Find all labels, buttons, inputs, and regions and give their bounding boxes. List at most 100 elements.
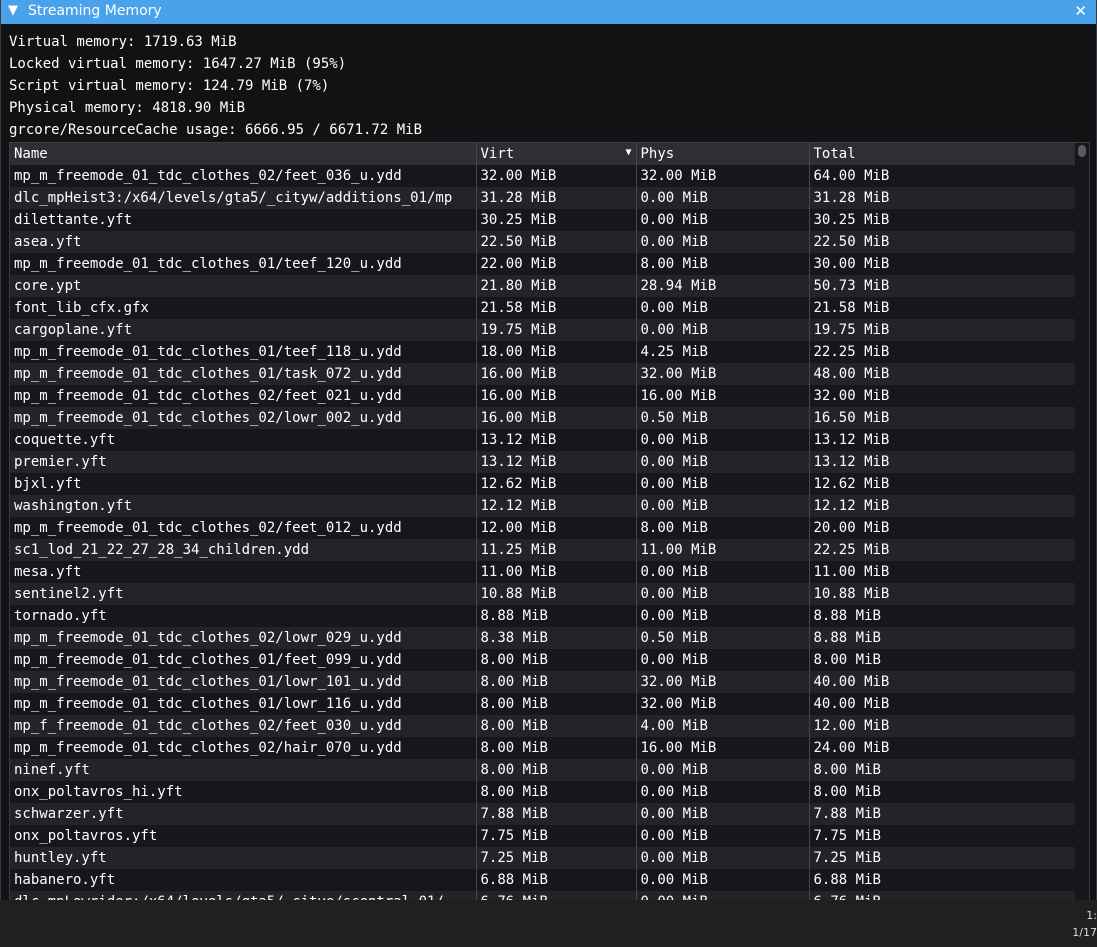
- table-row[interactable]: mp_m_freemode_01_tdc_clothes_02/feet_021…: [10, 385, 1077, 407]
- column-header-total[interactable]: Total: [809, 143, 1077, 165]
- cell-total: 16.50 MiB: [809, 407, 1077, 429]
- cell-phys: 4.00 MiB: [636, 715, 810, 737]
- cell-phys: 0.00 MiB: [636, 297, 810, 319]
- table-row[interactable]: dilettante.yft 30.25 MiB 0.00 MiB 30.25 MiB: [10, 209, 1077, 231]
- table-row[interactable]: mp_m_freemode_01_tdc_clothes_02/lowr_002…: [10, 407, 1077, 429]
- cell-name: mp_m_freemode_01_tdc_clothes_02/feet_012…: [10, 517, 477, 539]
- column-header-virt[interactable]: Virt ▼: [476, 143, 637, 165]
- streaming-memory-window: ▼ Streaming Memory ✕ Virtual memory: 171…: [0, 0, 1097, 900]
- cell-name: huntley.yft: [10, 847, 477, 869]
- table-row[interactable]: mesa.yft 11.00 MiB 0.00 MiB 11.00 MiB: [10, 561, 1077, 583]
- tray-clock-time[interactable]: 1:: [1086, 909, 1097, 922]
- cell-phys: 32.00 MiB: [636, 363, 810, 385]
- cell-total: 22.50 MiB: [809, 231, 1077, 253]
- table-row[interactable]: mp_m_freemode_01_tdc_clothes_02/feet_012…: [10, 517, 1077, 539]
- cell-total: 50.73 MiB: [809, 275, 1077, 297]
- cell-phys: 0.00 MiB: [636, 319, 810, 341]
- table-row[interactable]: huntley.yft 7.25 MiB 0.00 MiB 7.25 MiB: [10, 847, 1077, 869]
- table-row[interactable]: schwarzer.yft 7.88 MiB 0.00 MiB 7.88 MiB: [10, 803, 1077, 825]
- table-row[interactable]: mp_m_freemode_01_tdc_clothes_01/lowr_116…: [10, 693, 1077, 715]
- table-row[interactable]: core.ypt 21.80 MiB 28.94 MiB 50.73 MiB: [10, 275, 1077, 297]
- cell-total: 6.76 MiB: [809, 891, 1077, 900]
- cell-total: 20.00 MiB: [809, 517, 1077, 539]
- table-row[interactable]: ninef.yft 8.00 MiB 0.00 MiB 8.00 MiB: [10, 759, 1077, 781]
- cell-name: mp_m_freemode_01_tdc_clothes_01/teef_120…: [10, 253, 477, 275]
- cell-name: mp_m_freemode_01_tdc_clothes_01/feet_099…: [10, 649, 477, 671]
- table-row[interactable]: asea.yft 22.50 MiB 0.00 MiB 22.50 MiB: [10, 231, 1077, 253]
- cell-phys: 0.00 MiB: [636, 825, 810, 847]
- cell-phys: 28.94 MiB: [636, 275, 810, 297]
- cell-total: 48.00 MiB: [809, 363, 1077, 385]
- table-row[interactable]: mp_f_freemode_01_tdc_clothes_02/feet_030…: [10, 715, 1077, 737]
- table-row[interactable]: onx_poltavros.yft 7.75 MiB 0.00 MiB 7.75 Mi…: [10, 825, 1077, 847]
- cell-phys: 32.00 MiB: [636, 165, 810, 187]
- cell-virt: 8.00 MiB: [476, 715, 637, 737]
- scrollbar-thumb[interactable]: [1078, 145, 1086, 157]
- table-row[interactable]: mp_m_freemode_01_tdc_clothes_01/teef_120…: [10, 253, 1077, 275]
- cell-total: 24.00 MiB: [809, 737, 1077, 759]
- cell-total: 6.88 MiB: [809, 869, 1077, 891]
- table-row[interactable]: cargoplane.yft 19.75 MiB 0.00 MiB 19.75 MiB: [10, 319, 1077, 341]
- tray-clock-date[interactable]: 1/17: [1072, 926, 1097, 939]
- cell-virt: 16.00 MiB: [476, 363, 637, 385]
- cell-virt: 12.12 MiB: [476, 495, 637, 517]
- cell-name: premier.yft: [10, 451, 477, 473]
- cell-virt: 8.00 MiB: [476, 759, 637, 781]
- cell-virt: 13.12 MiB: [476, 451, 637, 473]
- table-row[interactable]: onx_poltavros_hi.yft 8.00 MiB 0.00 MiB 8.00…: [10, 781, 1077, 803]
- cell-total: 32.00 MiB: [809, 385, 1077, 407]
- cell-virt: 12.62 MiB: [476, 473, 637, 495]
- cell-name: mp_m_freemode_01_tdc_clothes_02/feet_036…: [10, 165, 477, 187]
- cell-virt: 13.12 MiB: [476, 429, 637, 451]
- table-row[interactable]: mp_m_freemode_01_tdc_clothes_02/hair_070…: [10, 737, 1077, 759]
- cell-virt: 18.00 MiB: [476, 341, 637, 363]
- table-row[interactable]: dlc_mpHeist3:/x64/levels/gta5/_cityw/add…: [10, 187, 1077, 209]
- table-row[interactable]: habanero.yft 6.88 MiB 0.00 MiB 6.88 MiB: [10, 869, 1077, 891]
- cell-total: 12.62 MiB: [809, 473, 1077, 495]
- table-row[interactable]: mp_m_freemode_01_tdc_clothes_01/feet_099…: [10, 649, 1077, 671]
- cell-name: mp_m_freemode_01_tdc_clothes_02/feet_021…: [10, 385, 477, 407]
- cell-virt: 12.00 MiB: [476, 517, 637, 539]
- close-icon[interactable]: ✕: [1074, 2, 1087, 20]
- column-header-name[interactable]: Name: [10, 143, 477, 165]
- table-row[interactable]: font_lib_cfx.gfx 21.58 MiB 0.00 MiB 21.58 M…: [10, 297, 1077, 319]
- cell-virt: 11.00 MiB: [476, 561, 637, 583]
- table-row[interactable]: tornado.yft 8.88 MiB 0.00 MiB 8.88 MiB: [10, 605, 1077, 627]
- cell-total: 7.25 MiB: [809, 847, 1077, 869]
- cell-virt: 22.00 MiB: [476, 253, 637, 275]
- table-row[interactable]: mp_m_freemode_01_tdc_clothes_02/feet_036…: [10, 165, 1077, 187]
- cell-virt: 30.25 MiB: [476, 209, 637, 231]
- table-row[interactable]: dlc_mpLowrider:/x64/levels/gta5/_citye/s…: [10, 891, 1077, 900]
- table-row[interactable]: coquette.yft 13.12 MiB 0.00 MiB 13.12 MiB: [10, 429, 1077, 451]
- cell-virt: 21.80 MiB: [476, 275, 637, 297]
- cell-name: dilettante.yft: [10, 209, 477, 231]
- cell-phys: 0.50 MiB: [636, 407, 810, 429]
- table-scrollbar[interactable]: [1075, 143, 1089, 900]
- table-row[interactable]: bjxl.yft 12.62 MiB 0.00 MiB 12.62 MiB: [10, 473, 1077, 495]
- table-row[interactable]: mp_m_freemode_01_tdc_clothes_01/teef_118…: [10, 341, 1077, 363]
- column-header-phys[interactable]: Phys: [636, 143, 810, 165]
- cell-phys: 0.00 MiB: [636, 781, 810, 803]
- cell-virt: 31.28 MiB: [476, 187, 637, 209]
- table-row[interactable]: washington.yft 12.12 MiB 0.00 MiB 12.12 MiB: [10, 495, 1077, 517]
- table-row[interactable]: premier.yft 13.12 MiB 0.00 MiB 13.12 MiB: [10, 451, 1077, 473]
- cell-total: 31.28 MiB: [809, 187, 1077, 209]
- column-header-virt-label: Virt: [480, 146, 515, 162]
- cell-phys: 0.00 MiB: [636, 605, 810, 627]
- table-row[interactable]: mp_m_freemode_01_tdc_clothes_01/lowr_101…: [10, 671, 1077, 693]
- table-row[interactable]: mp_m_freemode_01_tdc_clothes_02/lowr_029…: [10, 627, 1077, 649]
- table-row[interactable]: sc1_lod_21_22_27_28_34_children.ydd 11.25…: [10, 539, 1077, 561]
- cell-name: washington.yft: [10, 495, 477, 517]
- cell-name: schwarzer.yft: [10, 803, 477, 825]
- window-titlebar[interactable]: ▼ Streaming Memory ✕: [1, 0, 1096, 24]
- table-row[interactable]: mp_m_freemode_01_tdc_clothes_01/task_072…: [10, 363, 1077, 385]
- cell-virt: 6.76 MiB: [476, 891, 637, 900]
- cell-total: 8.88 MiB: [809, 627, 1077, 649]
- table-row[interactable]: sentinel2.yft 10.88 MiB 0.00 MiB 10.88 MiB: [10, 583, 1077, 605]
- cell-total: 40.00 MiB: [809, 693, 1077, 715]
- table-header-row: Name Virt ▼ Phys Total: [10, 143, 1077, 165]
- cell-name: bjxl.yft: [10, 473, 477, 495]
- cell-phys: 0.00 MiB: [636, 495, 810, 517]
- triangle-down-icon[interactable]: ▼: [8, 3, 18, 18]
- cell-name: ninef.yft: [10, 759, 477, 781]
